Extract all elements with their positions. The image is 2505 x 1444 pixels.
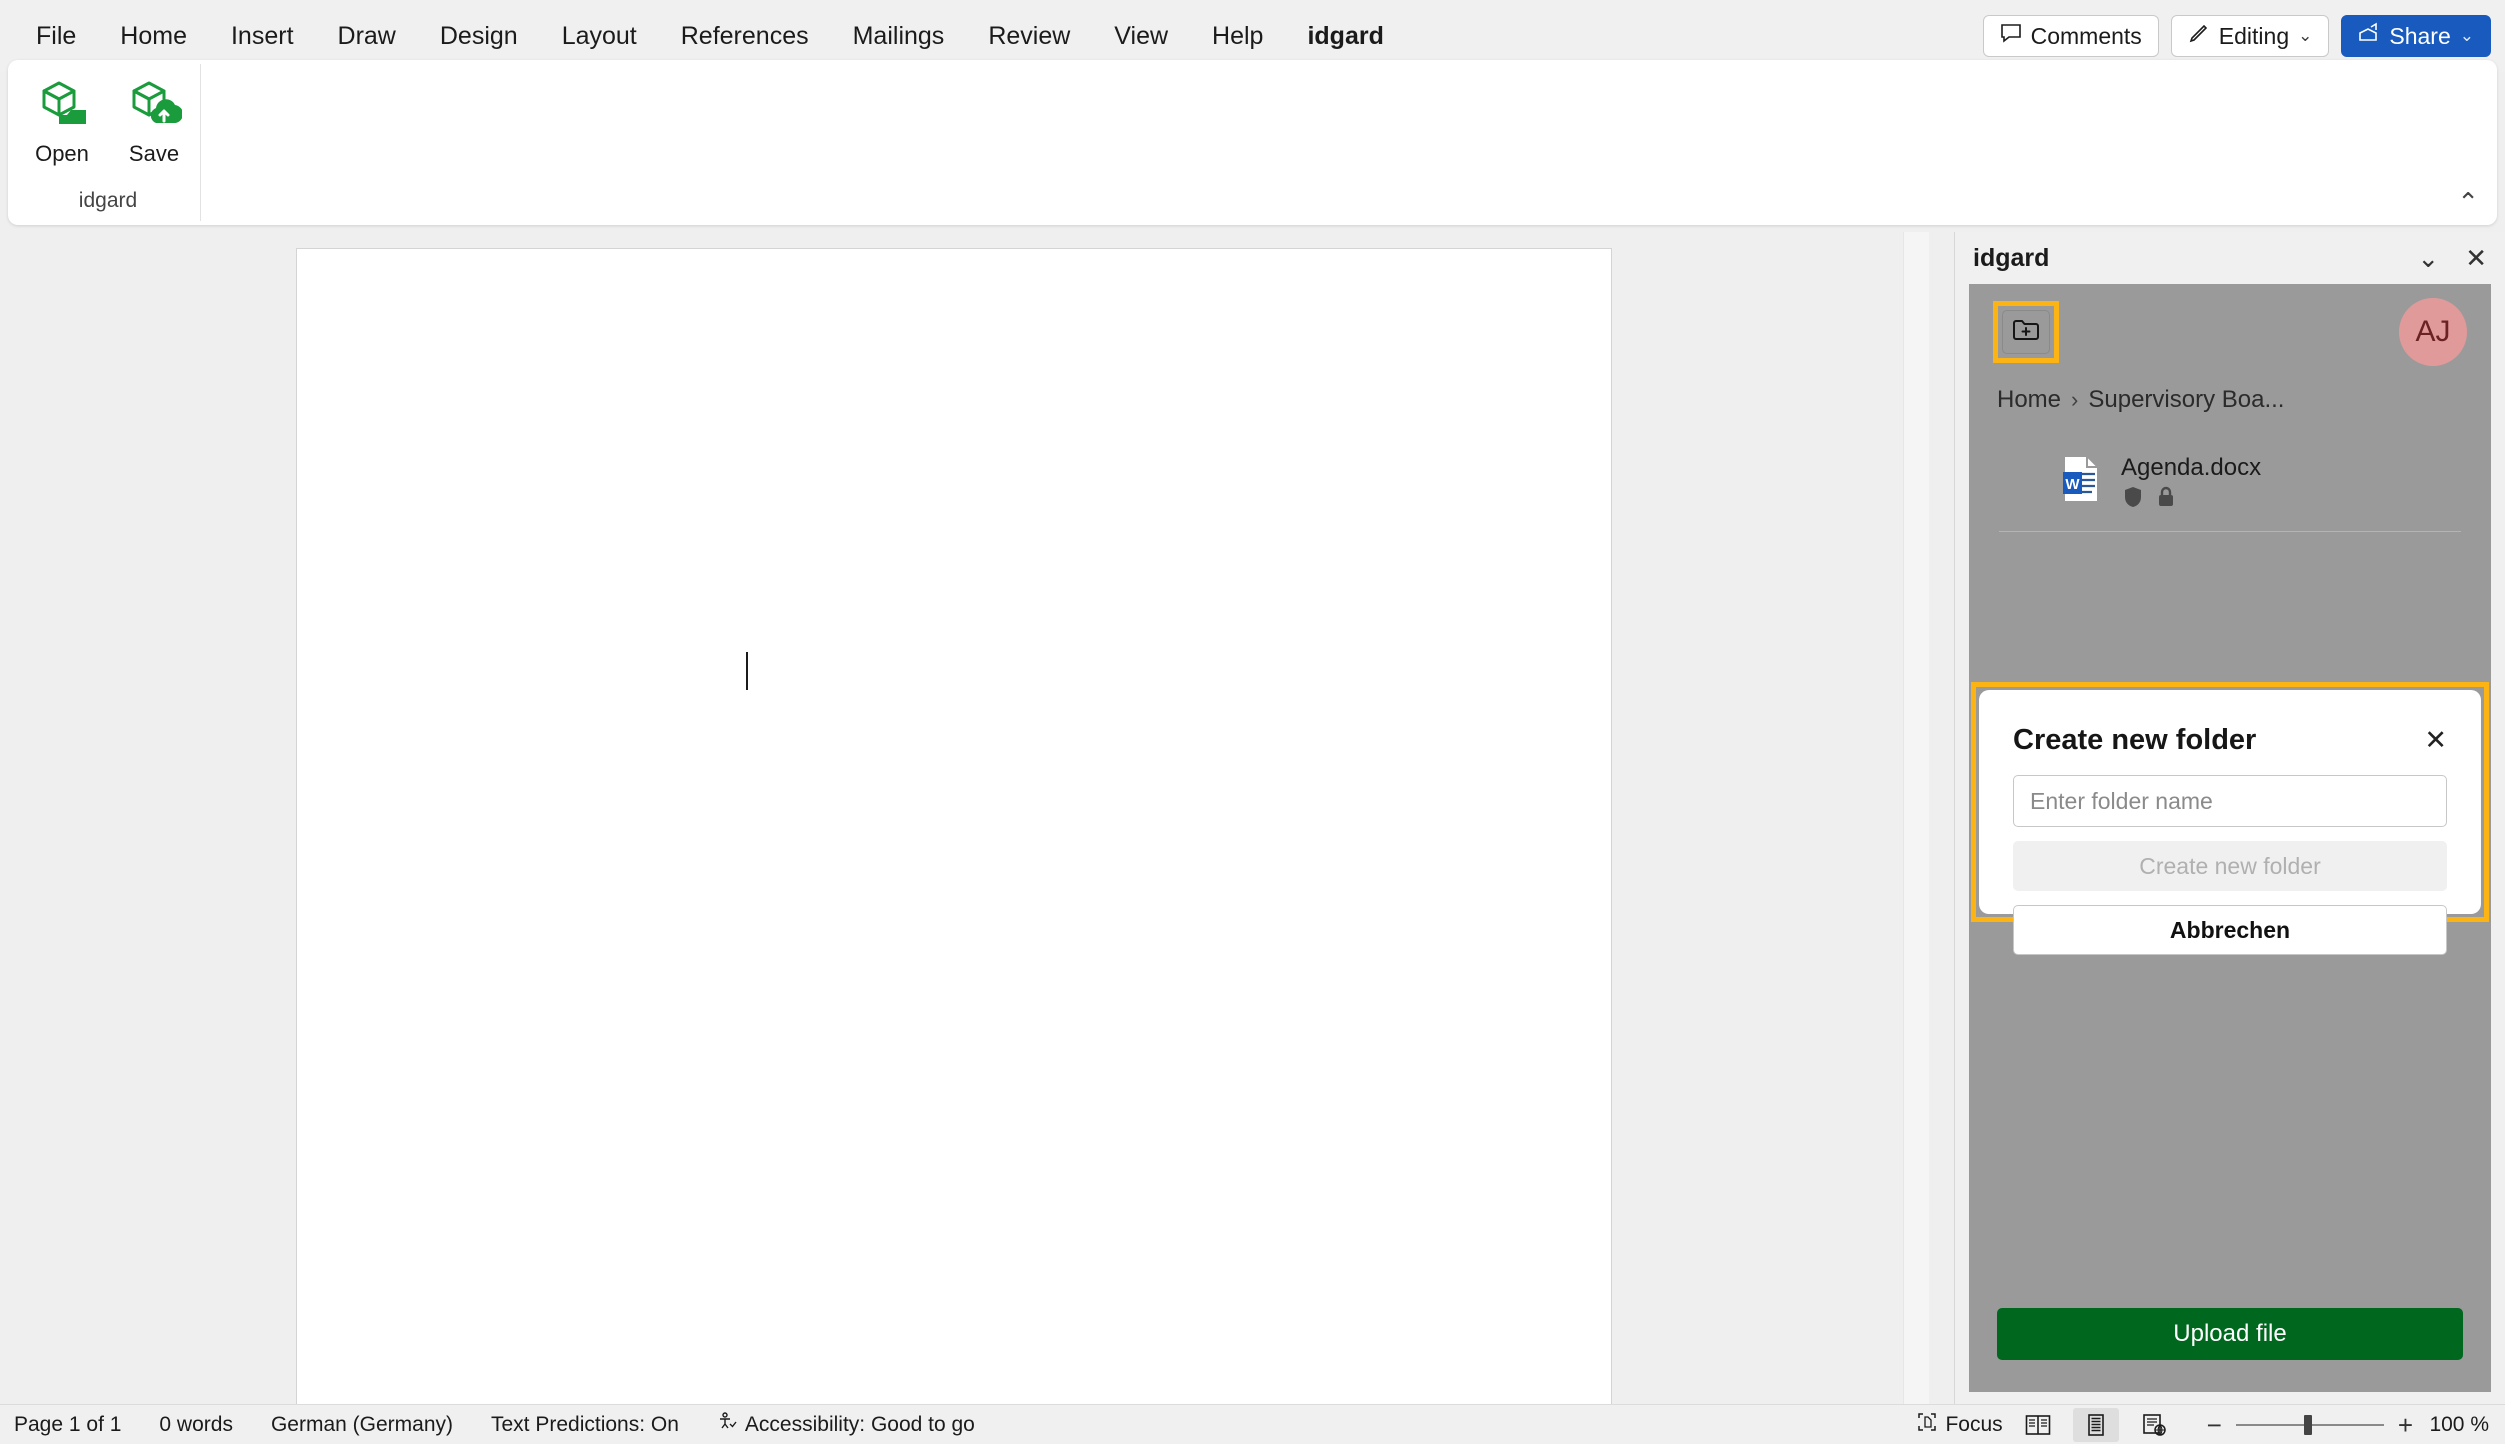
tab-view[interactable]: View [1092,16,1190,57]
word-document-icon: W [2059,454,2103,509]
focus-label: Focus [1945,1412,2003,1436]
share-label: Share [2389,22,2451,49]
folder-plus-icon [2012,317,2040,348]
save-button[interactable]: Save [115,72,193,172]
file-list-item[interactable]: W Agenda.docx [1969,414,2491,513]
web-layout-icon [2142,1413,2166,1436]
task-pane-body: AJ Home › Supervisory Boa... W Agenda.do… [1969,284,2491,1392]
status-bar-right: Focus − + 100 % [1917,1407,2505,1442]
file-badges [2121,486,2261,513]
tab-review[interactable]: Review [966,16,1092,57]
upload-file-button[interactable]: Upload file [1997,1308,2463,1360]
ribbon: Open Save idgard ⌃ [8,60,2497,225]
create-folder-modal: Create new folder ✕ Create new folder Ab… [1979,690,2481,955]
tab-help[interactable]: Help [1190,16,1285,57]
vertical-scrollbar-track[interactable] [1903,232,1929,1404]
idgard-task-pane: idgard ⌄ ✕ AJ Home › Supervisory Boa... … [1955,232,2505,1404]
language-indicator[interactable]: German (Germany) [271,1413,453,1437]
svg-text:W: W [2065,476,2080,493]
text-cursor [746,652,748,690]
tab-file[interactable]: File [14,16,98,57]
save-cube-cloud-icon [126,77,184,136]
ribbon-group-label: idgard [78,189,138,212]
zoom-slider[interactable] [2235,1414,2384,1435]
file-name: Agenda.docx [2121,454,2262,481]
chevron-down-icon: ⌄ [2298,26,2313,45]
collapse-ribbon-button[interactable]: ⌃ [2457,189,2479,215]
print-layout-icon [2087,1413,2104,1436]
breadcrumb: Home › Supervisory Boa... [1969,382,2491,414]
word-window: File Home Insert Draw Design Layout Refe… [0,0,2505,1444]
task-pane-toolbar: AJ [1969,284,2491,382]
zoom-level-label[interactable]: 100 % [2427,1413,2489,1437]
document-page[interactable] [296,248,1612,1408]
create-folder-submit-button[interactable]: Create new folder [2013,841,2447,891]
zoom-slider-thumb[interactable] [2303,1414,2312,1435]
open-cube-folder-icon [34,77,90,136]
word-count[interactable]: 0 words [159,1413,233,1437]
tab-home[interactable]: Home [98,16,209,57]
share-button[interactable]: Share ⌄ [2341,15,2491,57]
close-icon[interactable]: ✕ [2465,245,2487,271]
focus-mode-button[interactable]: Focus [1917,1412,2003,1438]
pencil-icon [2188,22,2210,50]
breadcrumb-item-current[interactable]: Supervisory Boa... [2088,386,2284,414]
ribbon-group-idgard: Open Save idgard [16,64,201,221]
save-label: Save [128,141,180,166]
new-folder-button[interactable] [2002,310,2050,354]
view-read-mode-button[interactable] [2015,1408,2061,1442]
open-label: Open [35,141,89,166]
user-avatar[interactable]: AJ [2399,298,2467,366]
ribbon-group-buttons: Open Save [23,64,193,172]
task-pane-header: idgard ⌄ ✕ [1955,232,2505,284]
lock-icon [2157,486,2175,513]
view-print-layout-button[interactable] [2072,1407,2119,1442]
cancel-button[interactable]: Abbrechen [2013,905,2447,955]
accessibility-label: Accessibility: Good to go [744,1412,975,1436]
tab-insert[interactable]: Insert [209,16,316,57]
page-count[interactable]: Page 1 of 1 [14,1413,121,1437]
window-actions: Comments Editing ⌄ Share ⌄ [1982,15,2505,57]
document-canvas [0,232,1955,1408]
open-button[interactable]: Open [23,72,101,172]
shield-icon [2123,486,2143,513]
tab-idgard[interactable]: idgard [1285,16,1405,63]
comment-icon [2000,22,2022,50]
zoom-in-button[interactable]: + [2398,1412,2413,1438]
status-bar-left: Page 1 of 1 0 words German (Germany) Tex… [0,1411,975,1438]
tab-references[interactable]: References [659,16,831,57]
status-bar: Page 1 of 1 0 words German (Germany) Tex… [0,1404,2505,1444]
task-pane-title: idgard [1973,243,2050,272]
modal-header: Create new folder ✕ [1979,690,2481,757]
modal-title: Create new folder [2013,724,2257,756]
chevron-down-icon: ⌄ [2459,26,2474,45]
focus-icon [1917,1412,1937,1438]
folder-name-input[interactable] [2013,775,2447,827]
tab-draw[interactable]: Draw [316,16,418,57]
modal-close-icon[interactable]: ✕ [2424,727,2447,754]
accessibility-indicator[interactable]: Accessibility: Good to go [717,1411,975,1438]
editing-mode-button[interactable]: Editing ⌄ [2170,15,2330,57]
share-icon [2358,22,2380,50]
accessibility-icon [717,1411,737,1438]
text-predictions-indicator[interactable]: Text Predictions: On [491,1413,679,1437]
chevron-down-icon[interactable]: ⌄ [2417,245,2439,271]
breadcrumb-item-home[interactable]: Home [1997,386,2061,414]
comments-label: Comments [2030,22,2142,49]
zoom-out-button[interactable]: − [2207,1412,2222,1438]
chevron-right-icon: › [2071,387,2079,412]
file-info: Agenda.docx [2121,454,2261,513]
comments-button[interactable]: Comments [1982,15,2159,57]
tab-design[interactable]: Design [418,16,540,57]
zoom-control: − + 100 % [2207,1412,2489,1438]
tab-mailings[interactable]: Mailings [831,16,967,57]
file-list-divider [1999,531,2461,532]
read-mode-icon [2025,1414,2050,1435]
editing-label: Editing [2218,22,2290,49]
ribbon-tabs: File Home Insert Draw Design Layout Refe… [0,16,1406,63]
task-pane-header-actions: ⌄ ✕ [2417,245,2487,271]
view-web-layout-button[interactable] [2131,1408,2177,1442]
tab-layout[interactable]: Layout [540,16,659,57]
